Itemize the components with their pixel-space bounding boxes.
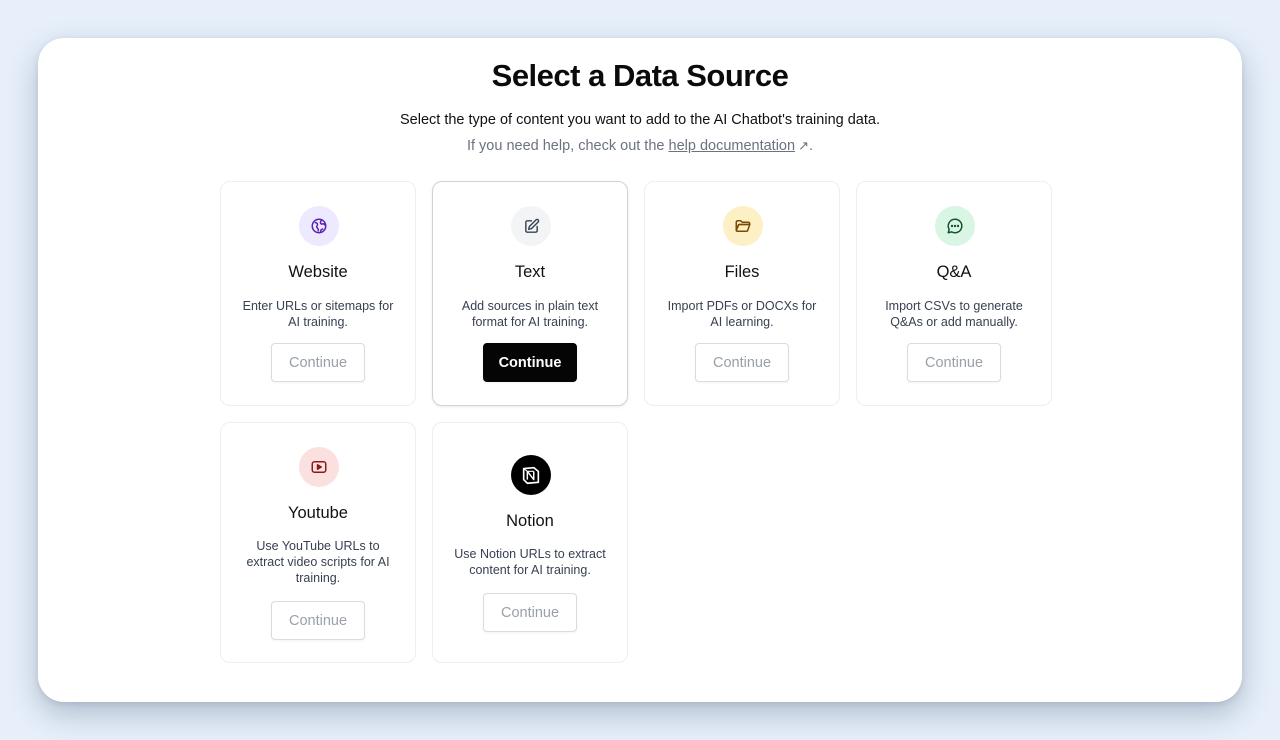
edit-icon [511,206,551,246]
continue-button-website[interactable]: Continue [271,343,365,382]
continue-button-files[interactable]: Continue [695,343,789,382]
help-documentation-link[interactable]: help documentation [669,138,796,154]
external-link-icon: ↗ [798,138,809,153]
card-description: Import PDFs or DOCXs for AI learning. [667,299,817,329]
card-website[interactable]: Website Enter URLs or sitemaps for AI tr… [220,181,416,406]
card-title: Notion [506,512,554,530]
card-youtube[interactable]: Youtube Use YouTube URLs to extract vide… [220,422,416,663]
page-subtitle: Select the type of content you want to a… [400,112,880,128]
card-title: Youtube [288,504,348,522]
card-title: Website [288,263,348,281]
card-description: Add sources in plain text format for AI … [461,299,599,329]
card-description: Use Notion URLs to extract content for A… [454,547,606,577]
globe-icon [299,206,339,246]
help-text: If you need help, check out the help doc… [0,138,1280,154]
chat-icon [935,206,975,246]
card-notion[interactable]: Notion Use Notion URLs to extract conten… [432,422,628,663]
notion-icon [511,455,551,495]
continue-button-text[interactable]: Continue [483,343,577,382]
continue-button-qa[interactable]: Continue [907,343,1001,382]
folder-icon [723,206,763,246]
card-title: Q&A [936,263,972,281]
page-title: Select a Data Source [491,58,789,93]
help-prefix: If you need help, check out the [466,138,665,154]
help-suffix: . [808,138,814,154]
card-title: Files [724,263,760,281]
card-files[interactable]: Files Import PDFs or DOCXs for AI learni… [644,181,840,406]
card-description: Import CSVs to generate Q&As or add manu… [885,299,1023,329]
continue-button-youtube[interactable]: Continue [271,601,365,640]
continue-button-notion[interactable]: Continue [483,593,577,632]
card-qa[interactable]: Q&A Import CSVs to generate Q&As or add … [856,181,1052,406]
card-text[interactable]: Text Add sources in plain text format fo… [432,181,628,406]
youtube-icon [299,447,339,487]
card-description: Enter URLs or sitemaps for AI training. [242,299,394,329]
card-title: Text [514,263,546,281]
card-description: Use YouTube URLs to extract video script… [246,539,390,585]
